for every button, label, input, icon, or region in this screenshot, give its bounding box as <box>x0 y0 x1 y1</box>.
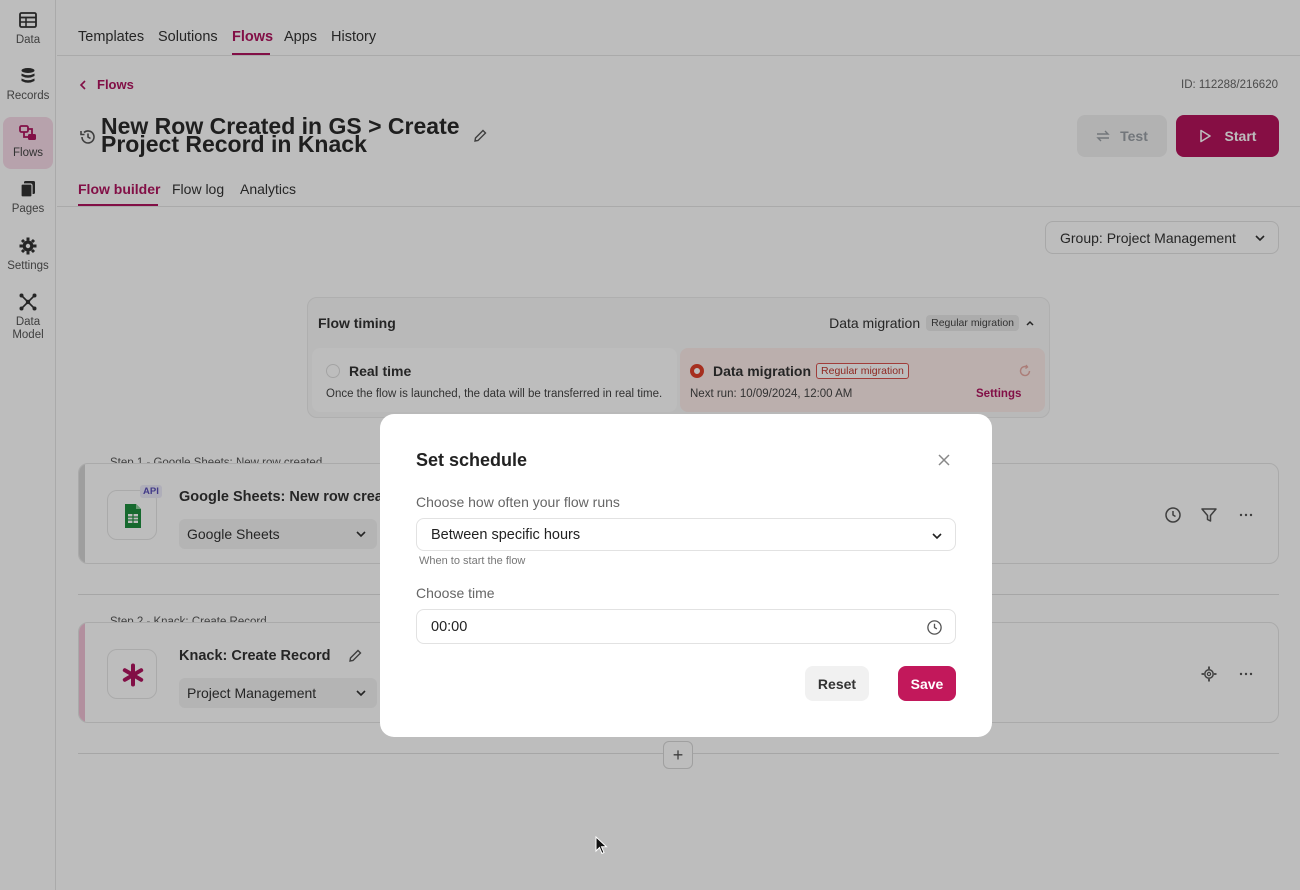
time-label: Choose time <box>416 585 495 601</box>
time-value: 00:00 <box>431 618 468 635</box>
chevron-down-icon <box>932 533 942 540</box>
frequency-label: Choose how often your flow runs <box>416 494 620 510</box>
time-input[interactable]: 00:00 <box>416 609 956 644</box>
close-icon[interactable] <box>937 453 951 467</box>
save-button[interactable]: Save <box>898 666 956 701</box>
modal-title: Set schedule <box>416 450 528 470</box>
mouse-cursor-icon <box>595 836 608 855</box>
frequency-hint: When to start the flow <box>419 555 526 567</box>
set-schedule-modal: Set schedule Choose how often your flow … <box>380 414 992 737</box>
clock-icon[interactable] <box>926 619 943 636</box>
frequency-select[interactable]: Between specific hours <box>416 518 956 551</box>
frequency-value: Between specific hours <box>431 526 581 543</box>
reset-button[interactable]: Reset <box>805 666 869 701</box>
